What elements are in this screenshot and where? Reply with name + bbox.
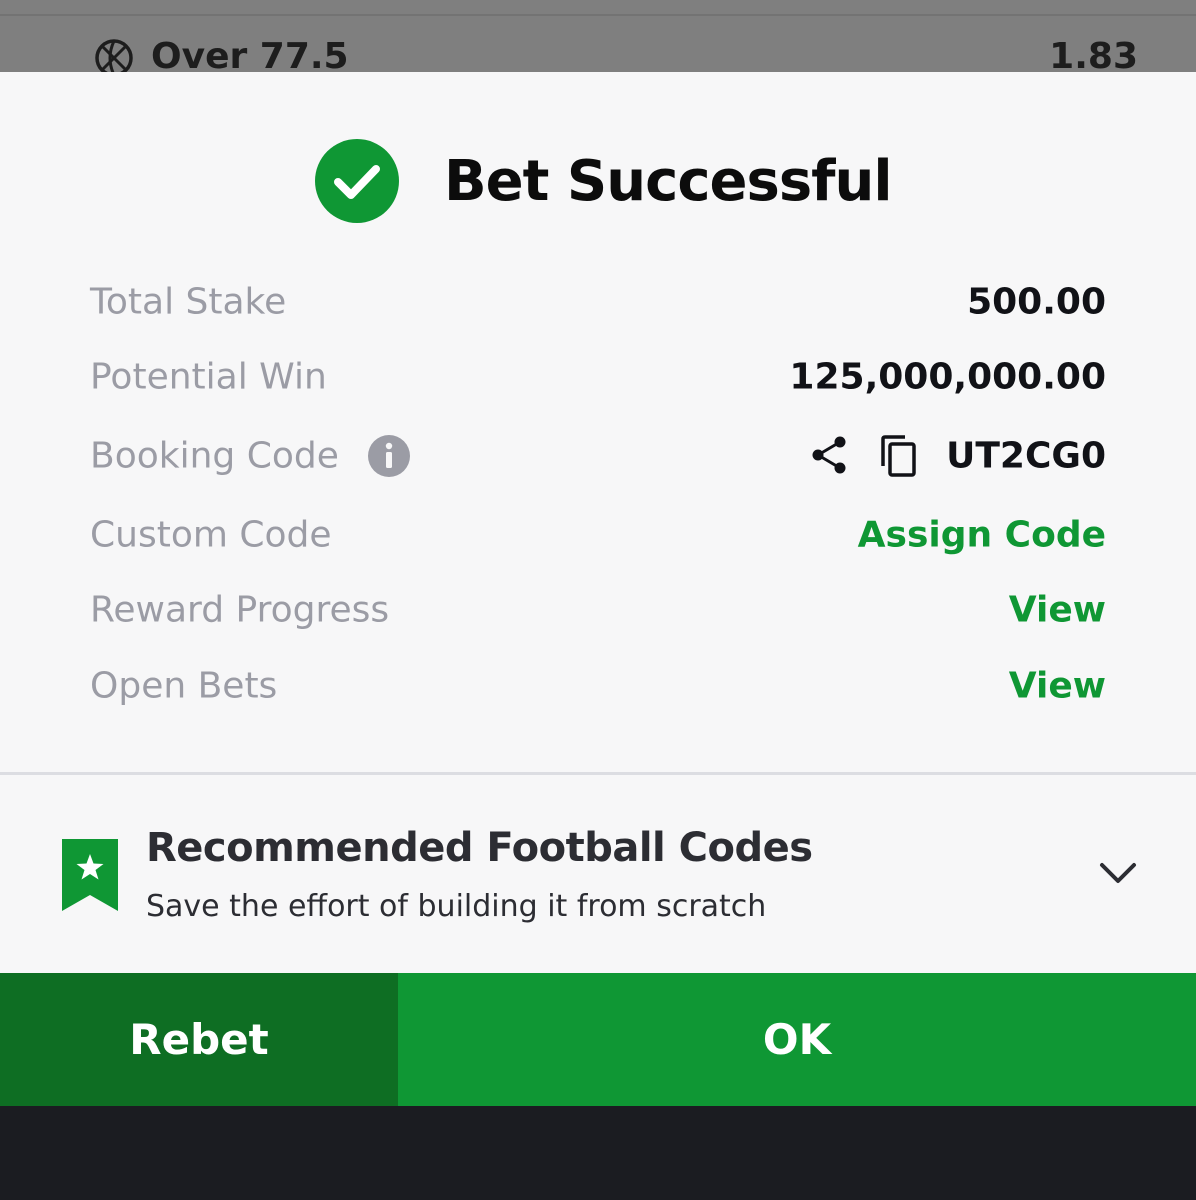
booking-code-label: Booking Code	[90, 435, 339, 477]
open-bets-view-link[interactable]: View	[1009, 666, 1106, 707]
divider	[0, 14, 1196, 16]
custom-code-row: Custom Code Assign Code	[90, 505, 1106, 565]
background-selection: Over 77.5	[151, 36, 349, 72]
potential-win-value: 125,000,000.00	[789, 356, 1106, 398]
share-icon[interactable]	[808, 433, 852, 477]
recommended-subtitle: Save the effort of building it from scra…	[146, 889, 767, 924]
assign-code-link[interactable]: Assign Code	[858, 515, 1106, 556]
booking-code-value[interactable]: UT2CG0	[946, 436, 1106, 477]
check-circle-icon	[315, 139, 399, 223]
total-stake-label: Total Stake	[90, 281, 287, 323]
custom-code-label: Custom Code	[90, 514, 332, 556]
reward-progress-row: Reward Progress View	[90, 580, 1106, 640]
recommended-title: Recommended Football Codes	[146, 825, 813, 871]
basketball-icon	[95, 39, 133, 72]
action-buttons: Rebet OK	[0, 973, 1196, 1106]
dialog-title: Bet Successful	[444, 149, 893, 214]
info-icon[interactable]	[367, 434, 411, 478]
reward-progress-view-link[interactable]: View	[1009, 590, 1106, 631]
potential-win-row: Potential Win 125,000,000.00	[90, 347, 1106, 407]
open-bets-row: Open Bets View	[90, 656, 1106, 716]
bookmark-star-icon	[62, 839, 118, 911]
bet-success-dialog: Bet Successful Total Stake 500.00 Potent…	[0, 72, 1196, 1106]
total-stake-value: 500.00	[967, 281, 1106, 323]
booking-code-row: Booking Code UT2CG0	[90, 426, 1106, 486]
reward-progress-label: Reward Progress	[90, 589, 390, 631]
ok-button[interactable]: OK	[398, 973, 1196, 1106]
background-odds: 1.83	[1049, 36, 1138, 72]
copy-icon[interactable]	[877, 434, 919, 478]
rebet-button[interactable]: Rebet	[0, 973, 398, 1106]
total-stake-row: Total Stake 500.00	[90, 272, 1106, 332]
recommended-codes-panel[interactable]: Recommended Football Codes Save the effo…	[0, 775, 1196, 973]
potential-win-label: Potential Win	[90, 356, 327, 398]
open-bets-label: Open Bets	[90, 665, 278, 707]
background-bet-slip: Over 77.5 1.83	[0, 0, 1196, 72]
chevron-down-icon[interactable]	[1098, 857, 1138, 889]
dialog-header: Bet Successful	[0, 72, 1196, 287]
